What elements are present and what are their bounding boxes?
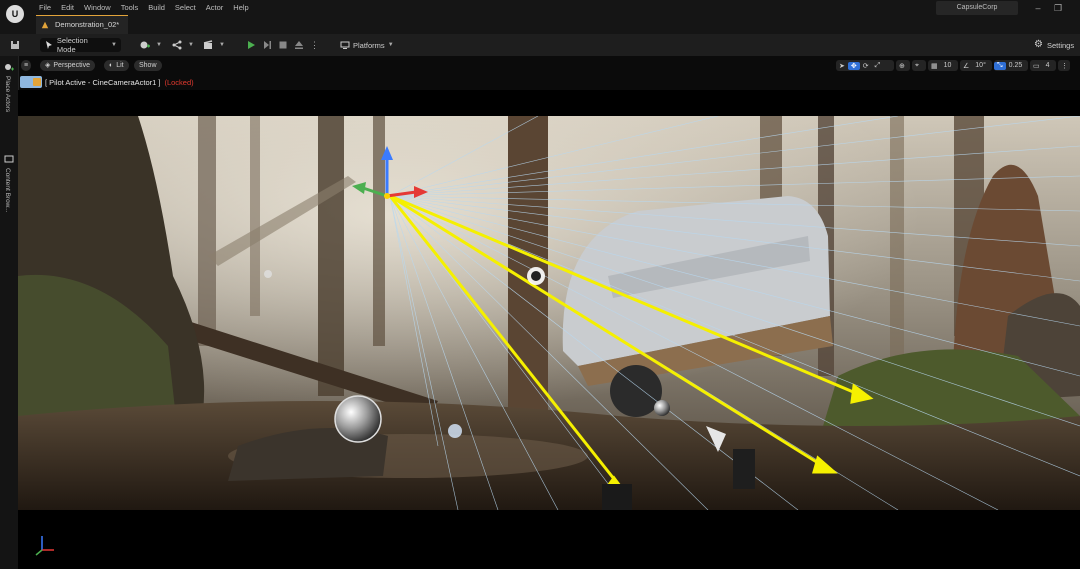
surface-snap-toggle[interactable]: ⌖: [912, 60, 926, 71]
perspective-label: Perspective: [53, 62, 90, 69]
chevron-down-icon: ▼: [111, 42, 117, 48]
show-label: Show: [139, 62, 157, 69]
chevron-down-icon: ▼: [188, 42, 194, 48]
play-icon[interactable]: [246, 40, 256, 50]
side-panel-strip: Place Actors Content Brow...: [0, 56, 19, 569]
show-button[interactable]: Show: [134, 60, 162, 71]
selection-mode-dropdown[interactable]: Selection Mode ▼: [40, 36, 121, 54]
scale-snap-control[interactable]: ⤡ 0.25: [994, 60, 1028, 71]
menu-help[interactable]: Help: [228, 2, 253, 14]
surface-snap-icon: ⌖: [915, 61, 919, 69]
scale-snap-value: 0.25: [1008, 62, 1023, 69]
scale-icon[interactable]: ⤢: [872, 62, 884, 70]
menu-actor[interactable]: Actor: [201, 2, 229, 14]
camera-speed-icon: ▭: [1033, 62, 1040, 70]
lit-button[interactable]: ◐ Lit: [104, 60, 129, 71]
save-icon[interactable]: [10, 40, 20, 50]
grid-icon: ▦: [931, 62, 938, 70]
add-actor-button[interactable]: ▼: [140, 38, 162, 52]
level-viewport[interactable]: [18, 90, 1080, 569]
axis-gizmo-icon: [35, 536, 54, 556]
project-name: CapsuleCorp: [936, 1, 1018, 15]
maximize-icon[interactable]: ❐: [1052, 2, 1064, 14]
menu-build[interactable]: Build: [143, 2, 170, 14]
content-browser-tab[interactable]: Content Brow...: [4, 168, 11, 212]
menu-edit[interactable]: Edit: [56, 2, 79, 14]
rotation-snap-control[interactable]: ∠ 10°: [960, 60, 992, 71]
cinematics-icon: [203, 40, 213, 49]
menu-tools[interactable]: Tools: [116, 2, 144, 14]
world-icon: ⊕: [899, 62, 905, 70]
main-toolbar: Selection Mode ▼ ▼ ▼ ▼ ⋮ Platforms ▼ ⚙ S…: [0, 34, 1080, 56]
world-local-toggle[interactable]: ⊕: [896, 60, 910, 71]
pilot-indicator: [ Pilot Active - CineCameraActor1 ] (Loc…: [20, 75, 194, 89]
blueprint-button[interactable]: ▼: [172, 38, 194, 52]
place-actors-tab[interactable]: Place Actors: [4, 76, 11, 112]
cinematics-button[interactable]: ▼: [203, 38, 225, 52]
platforms-dropdown[interactable]: Platforms ▼: [340, 38, 394, 52]
locked-label: (Locked): [164, 77, 194, 87]
hamburger-icon: ≡: [24, 62, 29, 69]
more-icon[interactable]: ⋮: [310, 40, 319, 51]
tab-demonstration[interactable]: Demonstration_02*: [36, 15, 128, 35]
scale-snap-icon: ⤡: [994, 61, 1006, 70]
camera-speed-control[interactable]: ▭ 4: [1030, 60, 1056, 71]
settings-icon: ⚙: [1034, 39, 1043, 50]
maximize-viewport-button[interactable]: ⋮: [1058, 60, 1070, 71]
grid-snap-value: 10: [943, 62, 952, 69]
place-actors-icon[interactable]: [4, 62, 14, 72]
lit-icon: ◐: [109, 62, 114, 69]
lit-label: Lit: [116, 62, 124, 69]
title-bar: U File Edit Window Tools Build Select Ac…: [0, 0, 1080, 35]
viewport-toolbar: ≡ ◈ Perspective ◐ Lit Show ➤ ✥ ⟳ ⤢ ⊕ ⌖ ▦…: [18, 58, 1080, 74]
translate-icon[interactable]: ✥: [847, 61, 860, 70]
chevron-down-icon: ▼: [156, 42, 162, 48]
forest-scene[interactable]: [18, 116, 1080, 510]
menu-select[interactable]: Select: [170, 2, 201, 14]
menu-file[interactable]: File: [34, 2, 56, 14]
menu-window[interactable]: Window: [79, 2, 116, 14]
perspective-icon: ◈: [45, 62, 51, 69]
chevron-down-icon: ▼: [387, 42, 394, 48]
level-icon: [41, 21, 49, 29]
menu-bar: File Edit Window Tools Build Select Acto…: [34, 2, 254, 14]
chevron-down-icon: ▼: [219, 42, 225, 48]
pilot-label: [ Pilot Active - CineCameraActor1 ]: [45, 77, 161, 87]
step-icon[interactable]: [262, 40, 272, 50]
unreal-logo[interactable]: U: [6, 5, 24, 23]
minimize-icon[interactable]: –: [1032, 2, 1044, 14]
settings-label: Settings: [1047, 40, 1075, 50]
camera-speed-value: 4: [1045, 62, 1050, 69]
select-icon: [45, 41, 52, 49]
blueprint-icon: [172, 40, 182, 50]
add-actor-icon: [140, 41, 150, 49]
transform-tools: ➤ ✥ ⟳ ⤢: [836, 60, 894, 71]
settings-button[interactable]: ⚙ Settings: [1034, 38, 1074, 52]
selection-mode-label: Selection Mode: [56, 36, 88, 54]
grid-snap-control[interactable]: ▦ 10: [928, 60, 958, 71]
eject-icon[interactable]: [294, 40, 304, 50]
play-controls: ⋮: [246, 38, 319, 52]
stop-icon[interactable]: [278, 40, 288, 50]
tab-label: Demonstration_02*: [55, 20, 120, 29]
camera-icon[interactable]: [20, 76, 42, 88]
perspective-button[interactable]: ◈ Perspective: [40, 60, 95, 71]
angle-icon: ∠: [963, 62, 970, 70]
platforms-label: Platforms: [353, 40, 385, 50]
content-browser-icon[interactable]: [4, 154, 14, 164]
rotate-icon[interactable]: ⟳: [860, 62, 872, 70]
maximize-icon: ⋮: [1061, 62, 1068, 70]
platforms-icon: [340, 41, 350, 49]
rotation-snap-value: 10°: [975, 62, 986, 69]
viewport-menu-button[interactable]: ≡: [21, 60, 32, 71]
select-icon[interactable]: ➤: [836, 62, 848, 70]
